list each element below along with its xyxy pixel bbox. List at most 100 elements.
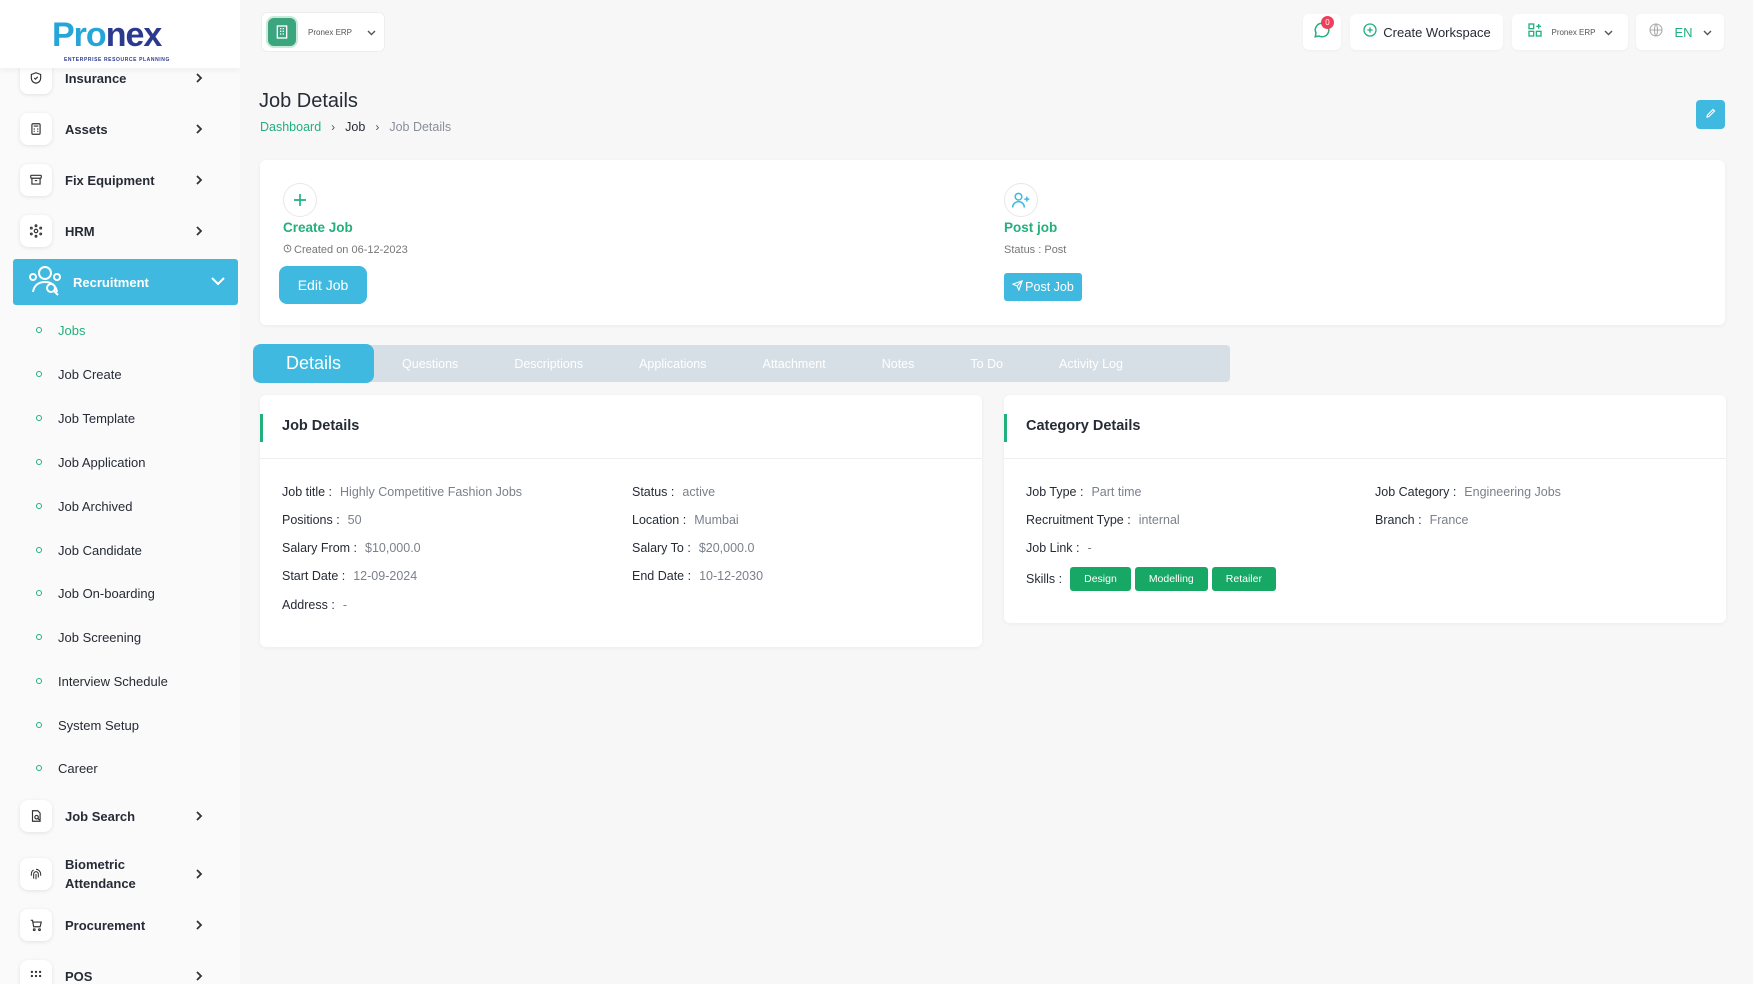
tab-attachment[interactable]: Attachment bbox=[735, 345, 854, 382]
card-title: Job Details bbox=[282, 418, 360, 434]
field-job-type: Job Type : Part time bbox=[1026, 485, 1142, 499]
sidebar-item-label: Procurement bbox=[65, 917, 146, 933]
chevron-right-icon bbox=[194, 809, 204, 823]
post-status: Status : Post bbox=[1004, 244, 1067, 256]
clock-icon bbox=[283, 244, 292, 256]
bullet-icon bbox=[36, 765, 42, 771]
create-workspace-button[interactable]: Create Workspace bbox=[1350, 14, 1503, 50]
skill-tag[interactable]: Modelling bbox=[1134, 567, 1208, 591]
sidebar-item-label: Assets bbox=[65, 121, 108, 137]
breadcrumb-dashboard[interactable]: Dashboard bbox=[260, 120, 321, 134]
language-select[interactable]: EN bbox=[1636, 14, 1724, 50]
chevron-right-icon bbox=[194, 969, 204, 983]
tab-notes[interactable]: Notes bbox=[854, 345, 943, 382]
workspace-select[interactable]: Pronex ERP bbox=[261, 12, 385, 52]
sidebar-subitem-interview-schedule[interactable]: Interview Schedule bbox=[36, 671, 168, 691]
recruitment-icon bbox=[25, 262, 65, 303]
field-recruitment-type: Recruitment Type : internal bbox=[1026, 513, 1180, 527]
card-title: Category Details bbox=[1026, 418, 1141, 434]
sidebar-subitem-jobs[interactable]: Jobs bbox=[36, 320, 85, 340]
logo-tagline: ENTERPRISE RESOURCE PLANNING bbox=[64, 57, 170, 63]
bullet-icon bbox=[36, 459, 42, 465]
job-summary-card: Create Job Created on 06-12-2023 Edit Jo… bbox=[260, 160, 1725, 325]
chevron-right-icon bbox=[194, 173, 204, 187]
create-job-link[interactable]: Create Job bbox=[283, 220, 353, 235]
bullet-icon bbox=[36, 503, 42, 509]
breadcrumb-job[interactable]: Job bbox=[345, 120, 365, 134]
field-job-link: Job Link :- bbox=[1026, 541, 1092, 555]
category-details-card: Category Details Job Type : Part time Rec… bbox=[1004, 395, 1726, 623]
field-location: Location : Mumbai bbox=[632, 513, 739, 527]
sidebar-item-recruitment[interactable]: Recruitment bbox=[13, 259, 238, 305]
sidebar-subitem-career[interactable]: Career bbox=[36, 758, 98, 778]
sidebar-item-pos[interactable]: POS bbox=[20, 958, 210, 984]
edit-button[interactable] bbox=[1696, 100, 1725, 129]
sidebar-item-fix-equipment[interactable]: Fix Equipment bbox=[20, 162, 210, 198]
sidebar-subitem-job-template[interactable]: Job Template bbox=[36, 408, 135, 428]
bullet-icon bbox=[36, 634, 42, 640]
post-job-button[interactable]: Post Job bbox=[1004, 273, 1082, 301]
card-header: Job Details bbox=[260, 395, 982, 459]
accent-bar bbox=[1004, 414, 1007, 442]
field-salary-to: Salary To : $20,000.0 bbox=[632, 541, 755, 555]
pencil-icon bbox=[1705, 106, 1717, 124]
field-branch: Branch : France bbox=[1375, 513, 1469, 527]
sidebar-subitem-system-setup[interactable]: System Setup bbox=[36, 715, 139, 735]
tab-details[interactable]: Details bbox=[253, 344, 375, 383]
create-workspace-label: Create Workspace bbox=[1383, 24, 1491, 40]
sidebar-subitem-job-archived[interactable]: Job Archived bbox=[36, 496, 132, 516]
page-title: Job Details bbox=[259, 90, 358, 112]
chevron-right-icon bbox=[194, 122, 204, 136]
field-start-date: Start Date :12-09-2024 bbox=[282, 569, 418, 583]
tab-applications[interactable]: Applications bbox=[611, 345, 734, 382]
sidebar-subitem-job-create[interactable]: Job Create bbox=[36, 364, 122, 384]
logo[interactable]: Pronex ENTERPRISE RESOURCE PLANNING bbox=[0, 0, 240, 68]
sidebar-item-label: Job Search bbox=[65, 808, 136, 824]
sidebar-item-label: POS bbox=[65, 968, 93, 984]
sidebar-item-procurement[interactable]: Procurement bbox=[20, 907, 210, 943]
sidebar-subitem-job-onboarding[interactable]: Job On-boarding bbox=[36, 583, 155, 603]
plus-icon bbox=[283, 183, 317, 217]
sidebar-item-job-search[interactable]: Job Search bbox=[20, 798, 210, 834]
chevron-down-icon bbox=[1604, 23, 1613, 41]
field-salary-from: Salary From : $10,000.0 bbox=[282, 541, 421, 555]
chevron-right-icon: › bbox=[331, 120, 336, 134]
sidebar: Pronex ENTERPRISE RESOURCE PLANNING Insu… bbox=[0, 0, 240, 984]
post-job-label: Post Job bbox=[1025, 280, 1074, 294]
plus-circle-icon bbox=[1362, 22, 1378, 43]
apps-icon bbox=[1527, 22, 1543, 43]
workspace-label: Pronex ERP bbox=[308, 27, 353, 37]
sidebar-item-label: Insurance bbox=[65, 70, 127, 86]
edit-job-button[interactable]: Edit Job bbox=[279, 266, 367, 304]
tab-descriptions[interactable]: Descriptions bbox=[486, 345, 611, 382]
app-switcher-label: Pronex ERP bbox=[1551, 27, 1596, 37]
sidebar-item-assets[interactable]: Assets bbox=[20, 111, 210, 147]
sidebar-subitem-job-candidate[interactable]: Job Candidate bbox=[36, 540, 142, 560]
network-icon bbox=[20, 215, 52, 247]
grid-icon bbox=[20, 960, 52, 984]
tab-to-do[interactable]: To Do bbox=[942, 345, 1031, 382]
chevron-down-icon bbox=[210, 273, 226, 291]
created-on: Created on 06-12-2023 bbox=[283, 244, 408, 256]
messages-button[interactable]: 0 bbox=[1303, 14, 1341, 50]
post-job-link[interactable]: Post job bbox=[1004, 220, 1057, 235]
skill-tag[interactable]: Design bbox=[1070, 567, 1131, 591]
chevron-right-icon bbox=[194, 918, 204, 932]
chevron-right-icon bbox=[194, 867, 204, 881]
logo-wordmark: Pronex bbox=[52, 16, 162, 54]
globe-icon bbox=[1648, 22, 1664, 43]
chevron-right-icon bbox=[194, 71, 204, 85]
sidebar-subitem-job-screening[interactable]: Job Screening bbox=[36, 627, 141, 647]
chevron-right-icon bbox=[194, 224, 204, 238]
tab-questions[interactable]: Questions bbox=[374, 345, 486, 382]
cart-icon bbox=[20, 909, 52, 941]
chevron-right-icon: › bbox=[375, 120, 380, 134]
fingerprint-icon bbox=[20, 858, 52, 890]
sidebar-item-biometric-attendance[interactable]: Biometric Attendance bbox=[20, 853, 210, 895]
sidebar-subitem-job-application[interactable]: Job Application bbox=[36, 452, 145, 472]
sidebar-item-label: Fix Equipment bbox=[65, 172, 155, 188]
skill-tag[interactable]: Retailer bbox=[1211, 567, 1276, 591]
tab-activity-log[interactable]: Activity Log bbox=[1031, 345, 1151, 382]
sidebar-item-hrm[interactable]: HRM bbox=[20, 213, 210, 249]
app-switcher[interactable]: Pronex ERP bbox=[1512, 14, 1628, 50]
